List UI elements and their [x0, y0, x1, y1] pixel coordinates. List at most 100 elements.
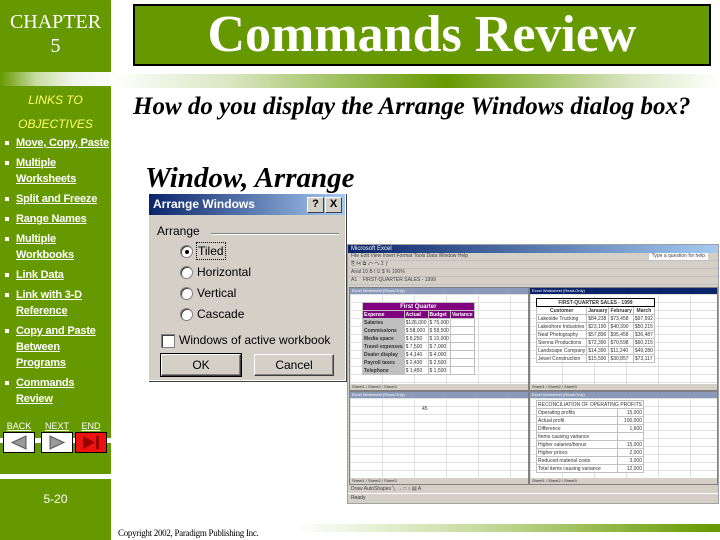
objective-link-item: Split and Freeze [4, 191, 109, 207]
table-row: Sienna Productions $72,390 $70,598 $60,215 [535, 338, 655, 347]
excel-menu-bar: File Edit View Insert Format Tools Data … [348, 253, 718, 261]
radio-horizontal[interactable]: Horizontal [180, 264, 330, 282]
cell: $11,240 [608, 346, 634, 355]
objective-link-item: Range Names [4, 211, 109, 227]
radio-cascade[interactable]: Cascade [180, 306, 330, 324]
excel-title-bar: Microsoft Excel [348, 245, 718, 253]
link-split-and-freeze[interactable]: Split and Freeze [16, 193, 97, 205]
link-3d-reference[interactable]: Link with 3-D Reference [16, 289, 82, 317]
cell: Items causing variance [535, 432, 619, 441]
help-button[interactable]: ? [307, 197, 324, 213]
sheet-tabs[interactable]: Sheet1 / Sheet2 / Sheet3 [350, 384, 528, 390]
cell: Payroll taxes [362, 358, 405, 367]
excel-toolbar-text: Arial 10 B I U $ % 100% [351, 269, 405, 275]
cell: $ 58,000 [403, 326, 429, 335]
cell: $ 2,500 [427, 358, 451, 367]
windows-of-active-workbook-checkbox[interactable]: Windows of active workbook [161, 333, 346, 351]
arrange-group-label: Arrange [157, 224, 200, 238]
chapter-label: CHAPTER [9, 11, 102, 33]
links-heading: LINKS TO OBJECTIVES [0, 88, 111, 136]
bullet-icon [5, 329, 9, 333]
back-button[interactable]: BACK [3, 421, 35, 453]
cell: 2,000 [617, 448, 644, 457]
cell: $57,896 [586, 330, 610, 339]
cell: Higher prices [535, 448, 619, 457]
cell: 12,000 [617, 464, 644, 473]
sidebar-band-bottom [0, 474, 111, 479]
cell: 15,000 [617, 408, 644, 417]
bullet-icon [5, 217, 9, 221]
close-button[interactable]: X [325, 197, 342, 213]
cell: Commissions [362, 326, 405, 335]
table-row: Dealer display $ 4,140 $ 4,000 [362, 350, 475, 359]
link-multiple-workbooks[interactable]: Multiple Workbooks [16, 233, 74, 261]
objectives-link-list: Move, Copy, Paste Multiple Worksheets Sp… [4, 135, 109, 411]
radio-vertical-label: Vertical [197, 286, 237, 300]
table-row: Payroll taxes $ 2,430 $ 2,500 [362, 358, 475, 367]
slide-navigation: BACK NEXT END [3, 421, 111, 453]
objective-link-item: Move, Copy, Paste [4, 135, 109, 151]
radio-vertical[interactable]: Vertical [180, 285, 330, 303]
cancel-button[interactable]: Cancel [254, 354, 334, 376]
cell: $36,487 [632, 330, 655, 339]
cell: Higher salaries/bonus [535, 440, 619, 449]
sheet-tabs[interactable]: Sheet1 / Sheet2 / Sheet3 [530, 384, 717, 390]
table-row: Lakeshore Industries $23,190 $40,390 $50,21… [535, 322, 655, 331]
excel-format-toolbar: Arial 10 B I U $ % 100% [348, 269, 718, 277]
group-separator [211, 233, 339, 235]
next-button[interactable]: NEXT [41, 421, 73, 453]
table-row: Operating profits 15,000 [535, 408, 644, 417]
back-label: BACK [6, 421, 32, 431]
radio-icon [180, 287, 193, 300]
end-button[interactable]: END [75, 421, 107, 453]
bullet-icon [5, 237, 9, 241]
formula-text: FIRST-QUARTER SALES - 1999 [362, 277, 436, 283]
radio-horizontal-label: Horizontal [197, 265, 252, 279]
radio-selected-icon [180, 245, 193, 258]
sheet-tabs[interactable]: Sheet1 / Sheet2 / Sheet3 [350, 478, 528, 484]
link-move-copy-paste[interactable]: Move, Copy, Paste [16, 137, 109, 149]
checkbox-label: Windows of active workbook [179, 333, 331, 347]
page-number: 5-20 [43, 492, 68, 506]
cell: Lakeside Trucking [535, 314, 588, 323]
cell: Difference [535, 424, 619, 433]
table-row: Items causing variance [535, 432, 644, 441]
objective-link-item: Link Data [4, 267, 109, 283]
link-range-names[interactable]: Range Names [16, 213, 87, 225]
table-row: Higher prices 2,000 [535, 448, 644, 457]
cell: $ 10,000 [427, 334, 451, 343]
cell: $ 7,500 [403, 342, 429, 351]
cell: $ 75,000 [427, 318, 451, 327]
cell: $ 4,000 [427, 350, 451, 359]
sheet-tabs[interactable]: Sheet1 / Sheet2 / Sheet3 [530, 478, 717, 484]
cell: Salaries [362, 318, 405, 327]
dialog-title-bar: Arrange Windows ? X [149, 194, 345, 215]
cell: Travel expenses [362, 342, 405, 351]
end-arrow-icon [75, 432, 107, 453]
radio-tiled-label: Tiled [196, 242, 226, 260]
cell: $49,280 [632, 346, 655, 355]
link-link-data[interactable]: Link Data [16, 269, 64, 281]
excel-standard-toolbar: ⎘ ✂ ⧉ ↶ ↷ Σ ƒ [348, 261, 718, 269]
cell: $72,390 [586, 338, 610, 347]
ok-button[interactable]: OK [160, 353, 242, 377]
cell: 1,600 [617, 424, 644, 433]
sidebar: CHAPTER 5 LINKS TO OBJECTIVES Move, Copy… [0, 0, 120, 540]
cell: $15,590 [586, 354, 610, 363]
cell: Operating profits [535, 408, 619, 417]
back-arrow-icon [3, 432, 35, 453]
pane-grid [350, 398, 528, 478]
cell: $50,215 [632, 322, 655, 331]
link-multiple-worksheets[interactable]: Multiple Worksheets [16, 157, 76, 185]
checkbox-icon [161, 334, 175, 348]
radio-tiled[interactable]: Tiled [180, 242, 330, 261]
link-commands-review[interactable]: Commands Review [16, 377, 75, 405]
link-copy-paste-programs[interactable]: Copy and Paste Between Programs [16, 325, 96, 369]
cell: Reduced material costs [535, 456, 619, 465]
dialog-title: Arrange Windows [153, 197, 255, 211]
cell: $ 2,430 [403, 358, 429, 367]
excel-formula-bar: A1 FIRST-QUARTER SALES - 1999 [348, 277, 718, 285]
question-text: How do you display the Arrange Windows d… [133, 93, 691, 120]
answer-text: Window, Arrange [145, 162, 355, 194]
cell: Total items causing variance [535, 464, 619, 473]
